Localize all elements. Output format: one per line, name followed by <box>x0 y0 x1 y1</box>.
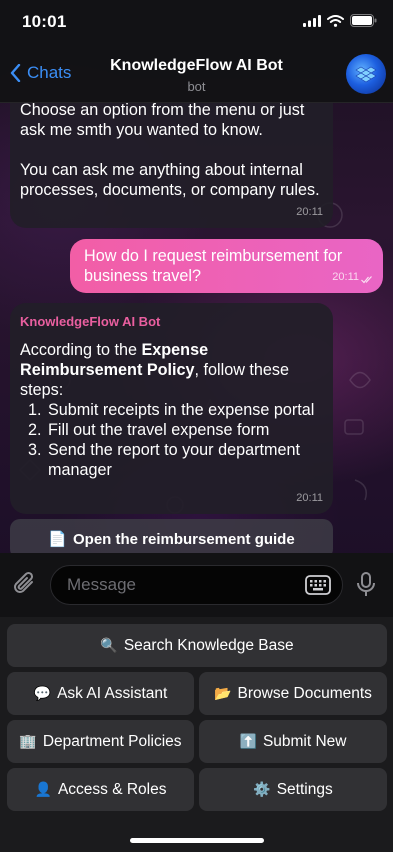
steps-list: Submit receipts in the expense portal Fi… <box>46 400 323 480</box>
message-text: How do I request reimbursement for busin… <box>84 247 343 285</box>
incoming-message[interactable]: Choose an option from the menu or just a… <box>10 86 333 228</box>
sender-name: KnowledgeFlow AI Bot <box>20 314 161 329</box>
home-indicator <box>130 838 264 843</box>
wifi-icon <box>327 14 344 27</box>
bot-avatar[interactable] <box>346 54 386 94</box>
status-icons <box>303 14 377 27</box>
settings-button[interactable]: ⚙️ Settings <box>199 768 387 811</box>
speech-bubble-icon: 💬 <box>33 685 52 701</box>
magnifier-icon: 🔍 <box>100 637 118 653</box>
submit-new-button[interactable]: ⬆️ Submit New <box>199 720 387 763</box>
message-input[interactable] <box>50 565 343 605</box>
list-item: Send the report to your department manag… <box>46 440 323 480</box>
message-text: You can ask me anything about internal p… <box>20 161 320 199</box>
intro-text: According to the <box>20 341 142 359</box>
message-time: 20:11 <box>296 492 323 504</box>
status-time: 10:01 <box>22 12 67 31</box>
paperclip-icon[interactable] <box>12 570 38 598</box>
button-label: Submit New <box>262 732 347 750</box>
department-policies-button[interactable]: 🏢 Department Policies <box>7 720 194 763</box>
outgoing-message[interactable]: How do I request reimbursement for busin… <box>70 239 383 293</box>
up-arrow-icon: ⬆️ <box>239 733 257 749</box>
button-label: Browse Documents <box>237 684 372 702</box>
inline-button-label: Open the reimbursement guide <box>72 530 295 548</box>
document-icon: 📄 <box>48 531 67 548</box>
chat-subtitle: bot <box>187 79 206 94</box>
person-icon: 👤 <box>34 781 52 797</box>
incoming-message[interactable]: KnowledgeFlow AI Bot According to the Ex… <box>10 303 333 514</box>
microphone-icon[interactable] <box>355 571 377 599</box>
button-label: Access & Roles <box>57 780 167 798</box>
button-label: Search Knowledge Base <box>123 636 294 654</box>
message-input-bar <box>0 553 393 617</box>
office-building-icon: 🏢 <box>19 733 37 749</box>
list-item: Fill out the travel expense form <box>46 420 323 440</box>
status-bar: 10:01 <box>0 0 393 46</box>
message-time: 20:11 <box>332 271 359 283</box>
message-time: 20:11 <box>296 206 323 218</box>
browse-documents-button[interactable]: 📂 Browse Documents <box>199 672 387 715</box>
signal-icon <box>303 14 321 27</box>
double-check-icon <box>361 276 372 284</box>
gear-icon: ⚙️ <box>253 781 271 797</box>
button-label: Ask AI Assistant <box>57 684 168 702</box>
access-roles-button[interactable]: 👤 Access & Roles <box>7 768 194 811</box>
battery-icon <box>350 14 377 27</box>
search-knowledge-base-button[interactable]: 🔍 Search Knowledge Base <box>7 624 387 667</box>
message-text: According to the Expense Reimbursement P… <box>20 340 323 400</box>
button-label: Department Policies <box>42 732 182 750</box>
message-text: Choose an option from the menu or just a… <box>20 101 305 139</box>
reply-keyboard: 🔍 Search Knowledge Base 💬 Ask AI Assista… <box>0 617 393 852</box>
keyboard-icon[interactable] <box>305 575 331 595</box>
chat-title[interactable]: KnowledgeFlow AI Bot <box>0 57 393 75</box>
list-item: Submit receipts in the expense portal <box>46 400 323 420</box>
folder-icon: 📂 <box>214 685 232 701</box>
cubes-logo-icon <box>355 66 377 83</box>
button-label: Settings <box>276 780 333 798</box>
ask-ai-assistant-button[interactable]: 💬 Ask AI Assistant <box>7 672 194 715</box>
